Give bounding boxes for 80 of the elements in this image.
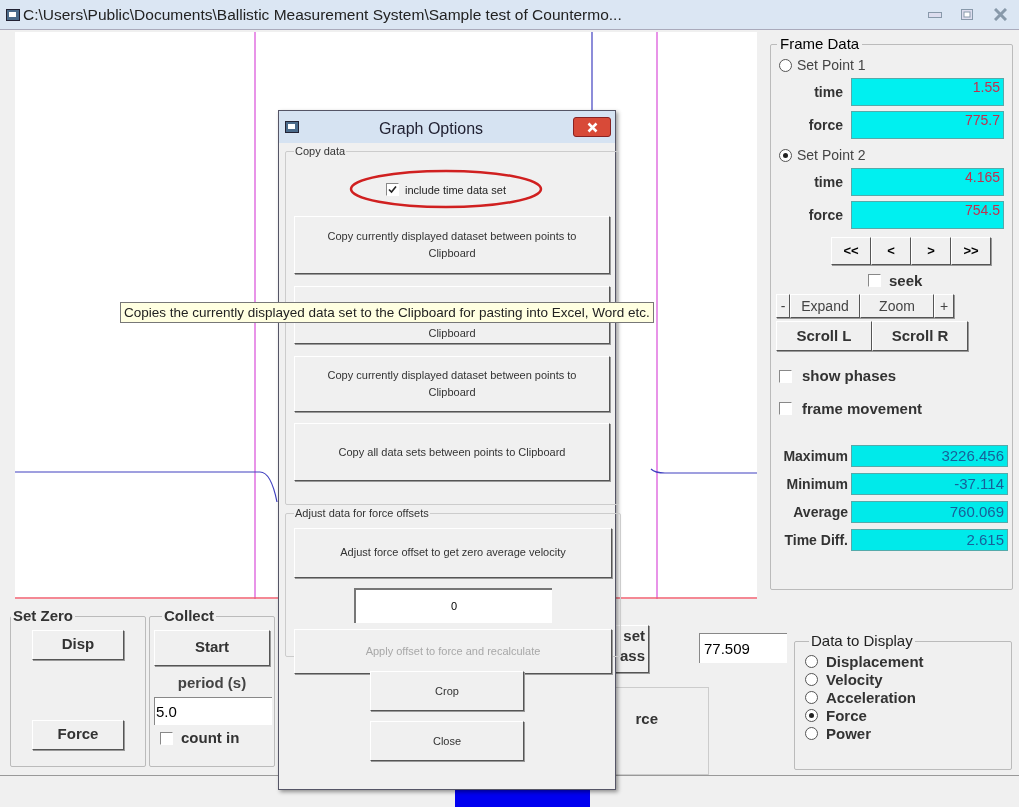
value-field: 760.069 (851, 501, 1008, 523)
maximize-icon (961, 9, 973, 20)
group-label: Adjust data for force offsets (294, 506, 430, 521)
stat-label: Maximum (782, 446, 849, 466)
group-label: Data to Display (810, 631, 914, 651)
value-field: 4.165 (851, 168, 1004, 196)
group-label: Frame Data (779, 34, 861, 54)
radio-label: Velocity (826, 671, 883, 688)
zoom-button[interactable]: Zoom (860, 294, 934, 318)
radio-label: Set Point 2 (797, 146, 866, 165)
field-label: time (813, 172, 844, 192)
group-label: Set Zero (12, 606, 74, 626)
value-field: 775.7 (851, 111, 1004, 139)
zoom-button[interactable]: Expand (790, 294, 860, 318)
radio-button[interactable] (779, 149, 792, 162)
dialog-button[interactable]: Close (370, 721, 524, 761)
zero-button[interactable]: Force (32, 719, 124, 750)
checkbox[interactable] (386, 183, 400, 197)
start-button[interactable]: Start (154, 629, 270, 666)
checkbox[interactable] (779, 402, 792, 416)
radio-button[interactable] (805, 691, 818, 704)
tooltip: Copies the currently displayed data set to the Clipboard for pasting into Excel, Word etc. (120, 302, 654, 323)
checkbox[interactable] (868, 274, 881, 288)
scroll-button[interactable]: Scroll L (776, 321, 872, 351)
radio-button[interactable] (779, 59, 792, 72)
close-icon (993, 8, 1007, 21)
checkbox-label: show phases (802, 366, 897, 386)
copy-button[interactable]: Copy currently displayed dataset between points to Clipboard (294, 356, 610, 412)
nav-button[interactable]: << (831, 236, 871, 265)
scroll-button[interactable]: Scroll R (872, 321, 968, 351)
value-field: -37.114 (851, 473, 1008, 495)
field-label: period (s) (176, 672, 248, 693)
app-icon (6, 8, 20, 21)
mass-field[interactable]: 77.509 (699, 633, 787, 663)
value-field: 2.615 (851, 529, 1008, 551)
adjust-button[interactable]: Adjust force offset to get zero average velocity (294, 527, 612, 578)
value-field: 3226.456 (851, 445, 1008, 467)
copy-button[interactable]: Copy currently displayed dataset between points to Clipboard (294, 216, 610, 274)
field-label: time (813, 82, 844, 102)
field-label: force (807, 205, 844, 225)
app-icon (285, 121, 299, 133)
close-icon (586, 121, 598, 133)
zoom-button[interactable]: + (934, 294, 954, 318)
group-label: Collect (163, 606, 215, 626)
radio-button[interactable] (805, 655, 818, 668)
value-field: 1.55 (851, 78, 1004, 106)
group-label: rce (635, 709, 658, 729)
stat-label: Average (792, 502, 849, 522)
nav-button[interactable]: >> (951, 236, 991, 265)
checkbox-label: count in (181, 728, 240, 748)
close-button[interactable] (573, 117, 611, 137)
field-label: force (807, 115, 844, 135)
checkbox-label: seek (889, 270, 923, 291)
zero-button[interactable]: Disp (32, 629, 124, 660)
dialog-button[interactable]: Crop (370, 671, 524, 711)
dialog-title: Graph Options (379, 119, 484, 139)
radio-button[interactable] (805, 673, 818, 686)
checkbox-label: frame movement (802, 398, 923, 419)
offset-field[interactable]: 0 (354, 587, 552, 623)
checkbox[interactable] (779, 369, 792, 383)
nav-button[interactable]: < (871, 236, 911, 265)
stat-label: Minimum (785, 474, 849, 494)
radio-label: Set Point 1 (797, 56, 866, 75)
window-title: C:\Users\Public\Documents\Ballistic Measurement System\Sample test of Countermo... (23, 4, 622, 25)
radio-label: Acceleration (826, 689, 917, 706)
stat-label: Time Diff. (783, 530, 849, 550)
radio-label: Power (826, 725, 871, 742)
checkbox-label: include time data set (404, 182, 507, 198)
radio-label: Force (826, 707, 867, 724)
checkbox[interactable] (160, 731, 173, 745)
radio-label: Displacement (826, 653, 924, 670)
group-label: Copy data (294, 144, 347, 159)
value-field: 754.5 (851, 201, 1004, 229)
period-field[interactable]: 5.0 (154, 697, 272, 725)
zoom-button[interactable]: - (776, 294, 790, 318)
radio-button[interactable] (805, 709, 818, 722)
nav-button[interactable]: > (911, 236, 951, 265)
radio-button[interactable] (805, 727, 818, 740)
copy-button[interactable]: Copy all data sets between points to Clipboard (294, 423, 610, 481)
minimize-icon (928, 11, 942, 18)
